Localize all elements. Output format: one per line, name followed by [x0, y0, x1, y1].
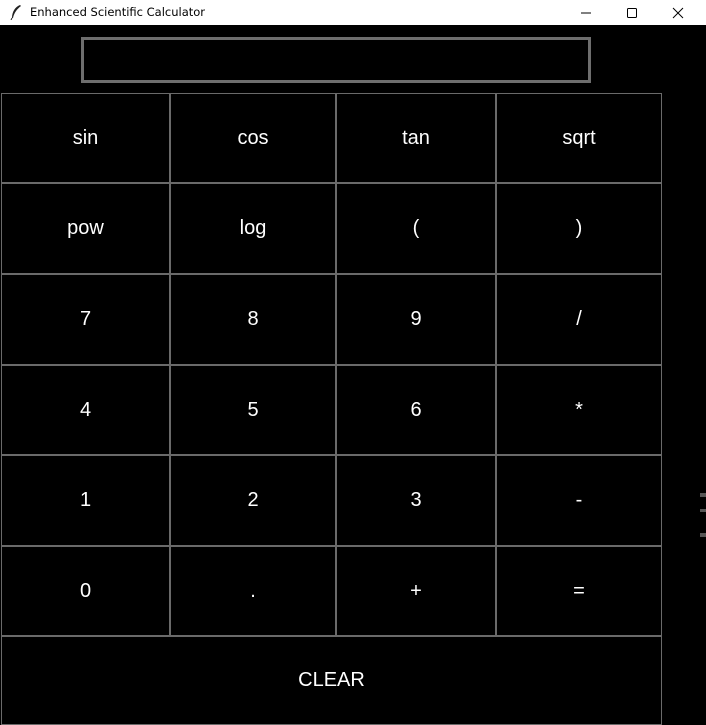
digit-2-button[interactable]: 2: [170, 455, 336, 546]
minimize-button[interactable]: [563, 0, 609, 25]
window-title: Enhanced Scientific Calculator: [30, 5, 206, 19]
digit-3-button[interactable]: 3: [336, 455, 496, 546]
digit-1-button[interactable]: 1: [1, 455, 170, 546]
close-icon: [672, 7, 684, 18]
maximize-button[interactable]: [609, 0, 655, 25]
digit-7-button[interactable]: 7: [1, 274, 170, 365]
decimal-point-button[interactable]: .: [170, 546, 336, 636]
digit-9-button[interactable]: 9: [336, 274, 496, 365]
feather-icon: [10, 5, 21, 20]
pow-button[interactable]: pow: [1, 183, 170, 274]
minus-button[interactable]: -: [496, 455, 662, 546]
sqrt-button[interactable]: sqrt: [496, 93, 662, 183]
digit-8-button[interactable]: 8: [170, 274, 336, 365]
sin-button[interactable]: sin: [1, 93, 170, 183]
digit-6-button[interactable]: 6: [336, 365, 496, 455]
background-edge-artifact: [700, 493, 706, 497]
plus-button[interactable]: +: [336, 546, 496, 636]
title-bar[interactable]: Enhanced Scientific Calculator: [0, 0, 706, 25]
multiply-button[interactable]: *: [496, 365, 662, 455]
equals-button[interactable]: =: [496, 546, 662, 636]
background-edge-artifact: [700, 509, 706, 512]
digit-0-button[interactable]: 0: [1, 546, 170, 636]
tan-button[interactable]: tan: [336, 93, 496, 183]
maximize-icon: [627, 7, 637, 18]
clear-button[interactable]: CLEAR: [1, 636, 662, 725]
cos-button[interactable]: cos: [170, 93, 336, 183]
close-button[interactable]: [655, 0, 701, 25]
left-paren-button[interactable]: (: [336, 183, 496, 274]
digit-5-button[interactable]: 5: [170, 365, 336, 455]
minimize-icon: [581, 12, 591, 13]
calculator-body: sin cos tan sqrt pow log ( ) 7 8 9 / 4 5…: [0, 25, 706, 725]
digit-4-button[interactable]: 4: [1, 365, 170, 455]
right-paren-button[interactable]: ): [496, 183, 662, 274]
divide-button[interactable]: /: [496, 274, 662, 365]
expression-display[interactable]: [81, 37, 591, 83]
background-edge-artifact: [700, 533, 706, 537]
log-button[interactable]: log: [170, 183, 336, 274]
